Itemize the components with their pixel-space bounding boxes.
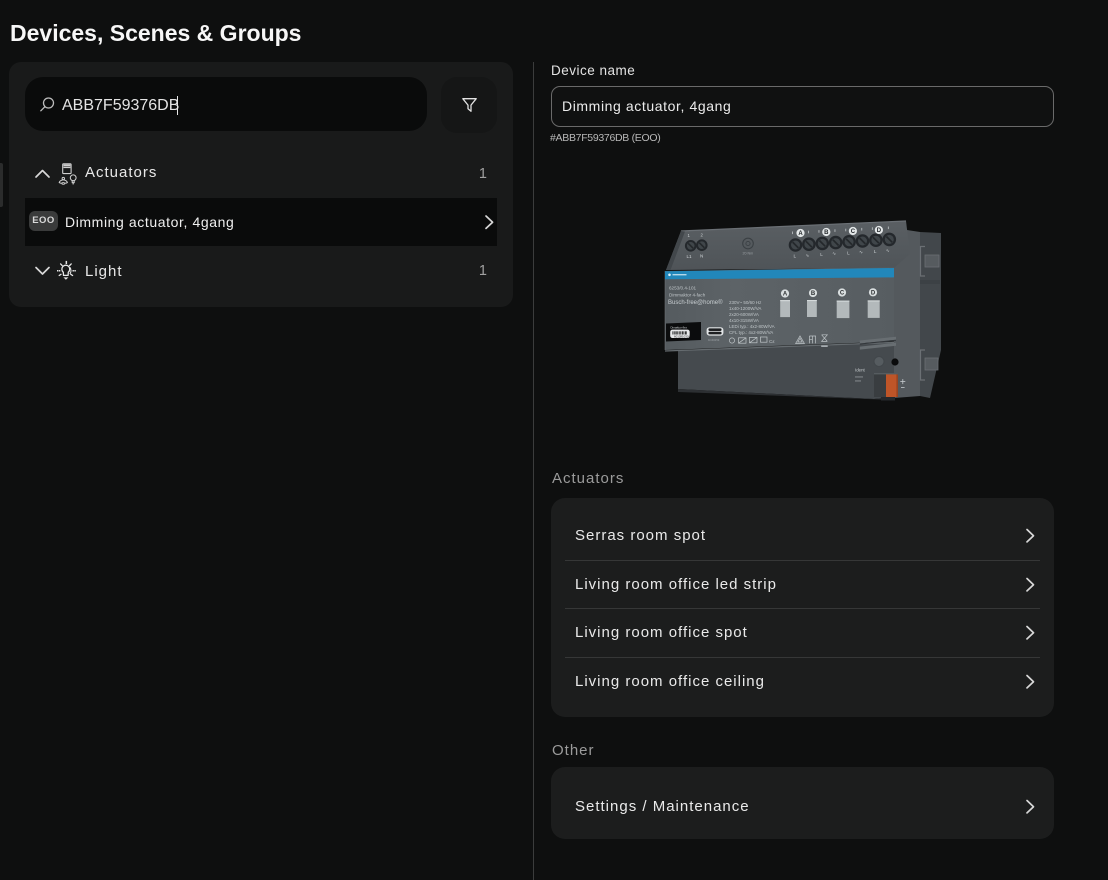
svg-text:LEDi typ.: 4x2-80W/VA: LEDi typ.: 4x2-80W/VA bbox=[729, 324, 775, 329]
svg-text:Ident: Ident bbox=[855, 368, 866, 373]
svg-text:4x10-315W/VA: 4x10-315W/VA bbox=[729, 318, 759, 323]
svg-text:L: L bbox=[847, 250, 850, 255]
svg-text:Busch-free@home®: Busch-free@home® bbox=[668, 299, 723, 306]
svg-text:6012810324: 6012810324 bbox=[674, 334, 690, 338]
svg-text:20 Nm: 20 Nm bbox=[743, 252, 754, 256]
svg-text:D: D bbox=[871, 291, 876, 297]
svg-text:L: L bbox=[874, 249, 877, 254]
svg-text:2x20-600W/VA: 2x20-600W/VA bbox=[729, 312, 759, 317]
svg-text:L1: L1 bbox=[687, 254, 693, 259]
svg-text:Dimmaktor 4-fach: Dimmaktor 4-fach bbox=[669, 293, 706, 298]
svg-text:L: L bbox=[794, 254, 797, 259]
svg-text:∿: ∿ bbox=[859, 250, 863, 255]
svg-text:∿: ∿ bbox=[806, 253, 810, 258]
svg-text:∿: ∿ bbox=[832, 251, 836, 256]
svg-text:6253/0.4-101: 6253/0.4-101 bbox=[669, 285, 697, 290]
svg-text:1D40259: 1D40259 bbox=[708, 338, 720, 342]
svg-text:∿: ∿ bbox=[886, 248, 890, 253]
svg-text:N: N bbox=[700, 254, 703, 259]
svg-text:230V~ 50/60 Hz: 230V~ 50/60 Hz bbox=[729, 300, 762, 305]
svg-text:C: C bbox=[840, 291, 845, 297]
svg-text:C: C bbox=[851, 229, 856, 235]
svg-text:A: A bbox=[798, 231, 803, 237]
svg-text:1x40-1200W/VA: 1x40-1200W/VA bbox=[729, 306, 761, 311]
svg-text:Cε: Cε bbox=[769, 339, 775, 345]
svg-text:CFL typ.: 4x2-80W/VA: CFL typ.: 4x2-80W/VA bbox=[729, 330, 773, 335]
svg-text:D: D bbox=[877, 228, 882, 234]
svg-text:Dimaktor-flex: Dimaktor-flex bbox=[671, 325, 688, 329]
svg-text:A: A bbox=[783, 292, 788, 298]
svg-text:B: B bbox=[811, 291, 816, 297]
svg-text:B: B bbox=[824, 230, 829, 236]
svg-text:L: L bbox=[820, 252, 823, 257]
